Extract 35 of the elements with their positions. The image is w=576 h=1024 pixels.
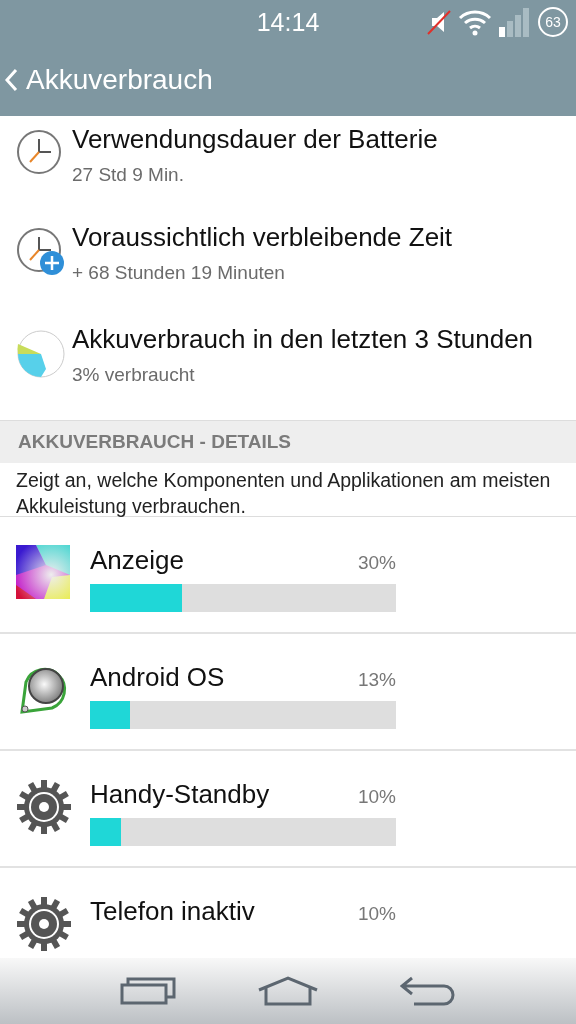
pie-icon	[16, 329, 66, 379]
app-name: Telefon inaktiv	[90, 896, 255, 927]
summary-title: Verwendungsdauer der Batterie	[72, 123, 438, 156]
usage-percent: 10%	[357, 786, 396, 808]
signal-icon	[498, 7, 532, 37]
summary-value: 27 Std 9 Min.	[72, 164, 185, 186]
section-header: AKKUVERBRAUCH - DETAILS	[0, 420, 576, 463]
summary-item[interactable]: Akkuverbrauch in den letzten 3 Stunden 3% verbraucht	[0, 308, 576, 410]
gear-icon	[16, 896, 72, 952]
summary-value: + 68 Stunden 19 Minuten	[72, 262, 286, 284]
summary-title: Akkuverbrauch in den letzten 3 Stunden	[72, 323, 534, 356]
app-name: Android OS	[90, 662, 225, 693]
home-icon[interactable]	[257, 976, 319, 1006]
chevron-left-icon	[4, 68, 18, 92]
summary-item[interactable]: Verwendungsdauer der Batterie 27 Std 9 Min.	[0, 116, 576, 206]
display-icon	[16, 545, 70, 599]
battery-indicator: 63	[538, 7, 568, 37]
app-usage-item[interactable]: Handy-Standby 10%	[0, 751, 576, 868]
wifi-icon	[458, 8, 492, 36]
summary-title: Voraussichtlich verbleibende Zeit	[72, 221, 453, 254]
summary-value: 3% verbraucht	[72, 364, 196, 386]
app-usage-item[interactable]: Anzeige 30%	[0, 517, 576, 634]
back-icon[interactable]	[399, 976, 456, 1006]
usage-percent: 30%	[357, 552, 396, 574]
usage-percent: 13%	[357, 669, 396, 691]
recent-apps-icon[interactable]	[120, 977, 177, 1005]
gear-icon	[16, 779, 72, 835]
clock-plus-icon	[16, 227, 66, 277]
mute-icon	[426, 9, 452, 35]
usage-percent: 10%	[357, 903, 396, 925]
clock-time: 14:14	[256, 7, 320, 37]
app-name: Anzeige	[90, 545, 184, 576]
summary-item[interactable]: Voraussichtlich verbleibende Zeit + 68 Stunden 19 Minuten	[0, 206, 576, 308]
app-name: Handy-Standby	[90, 779, 270, 810]
app-usage-item[interactable]: Android OS 13%	[0, 634, 576, 751]
